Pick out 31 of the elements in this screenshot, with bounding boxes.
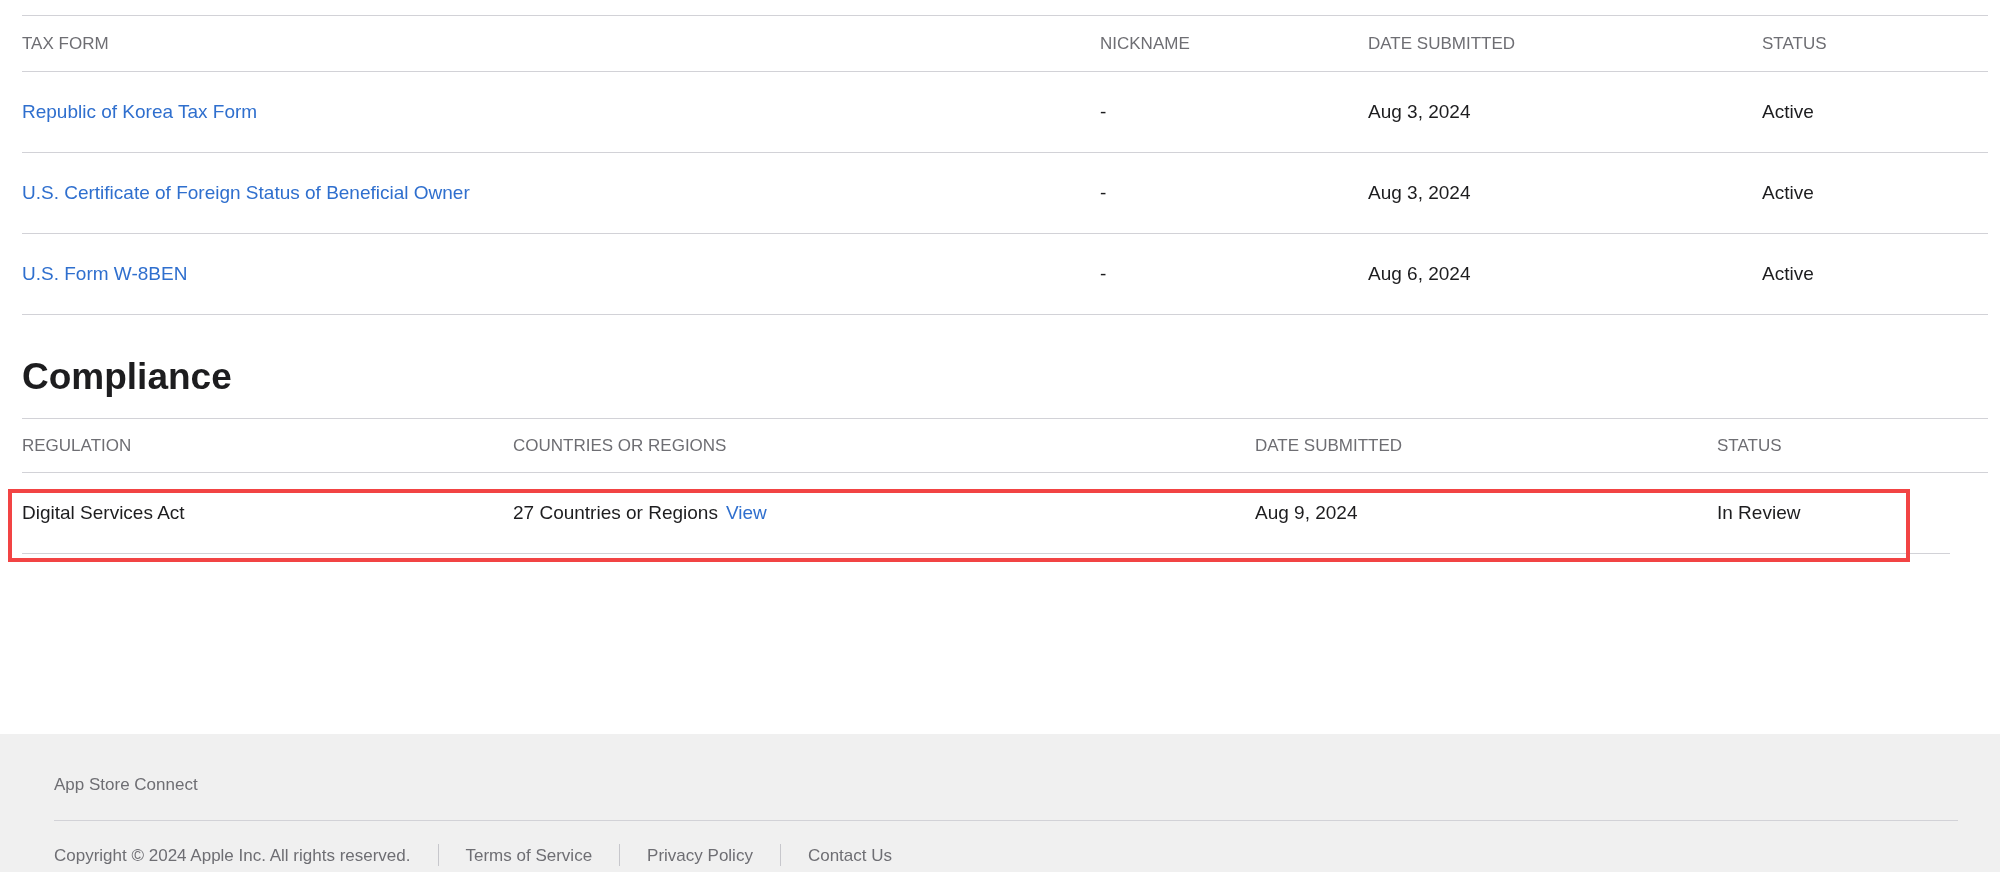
- column-header: STATUS: [1717, 436, 1782, 456]
- tax-form-link[interactable]: Republic of Korea Tax Form: [22, 100, 258, 122]
- date-cell: Aug 3, 2024: [1368, 181, 1471, 203]
- status-cell: Active: [1762, 100, 1814, 122]
- column-header: DATE SUBMITTED: [1368, 33, 1516, 53]
- footer-link[interactable]: Contact Us: [807, 842, 892, 868]
- nickname-cell: -: [1100, 181, 1107, 203]
- nickname-cell: -: [1100, 262, 1107, 284]
- tax-form-link[interactable]: U.S. Form W-8BEN: [22, 262, 188, 284]
- countries-cell-text: 27 Countries or Regions: [513, 501, 718, 526]
- footer-title: App Store Connect: [54, 775, 198, 794]
- column-header: COUNTRIES OR REGIONS: [513, 436, 727, 456]
- status-cell: Active: [1762, 262, 1814, 284]
- regulation-cell: Digital Services Act: [22, 502, 185, 524]
- status-cell: In Review: [1717, 502, 1801, 524]
- column-header: DATE SUBMITTED: [1255, 436, 1403, 456]
- status-cell: Active: [1762, 181, 1814, 203]
- nickname-cell: -: [1100, 100, 1107, 122]
- column-header: NICKNAME: [1100, 33, 1190, 53]
- view-link[interactable]: View: [725, 499, 767, 528]
- column-header: STATUS: [1762, 33, 1827, 53]
- column-header: REGULATION: [22, 436, 132, 456]
- date-cell: Aug 3, 2024: [1368, 100, 1471, 122]
- footer-link[interactable]: Privacy Policy: [647, 842, 753, 868]
- section-title: Compliance: [22, 355, 233, 399]
- date-cell: Aug 6, 2024: [1368, 262, 1471, 284]
- footer-link[interactable]: Terms of Service: [465, 842, 593, 868]
- date-cell: Aug 9, 2024: [1255, 502, 1358, 524]
- copyright-text: Copyright © 2024 Apple Inc. All rights reserved.: [54, 844, 411, 867]
- tax-form-link[interactable]: U.S. Certificate of Foreign Status of Beneficial Owner: [22, 181, 470, 203]
- column-header: TAX FORM: [22, 33, 109, 53]
